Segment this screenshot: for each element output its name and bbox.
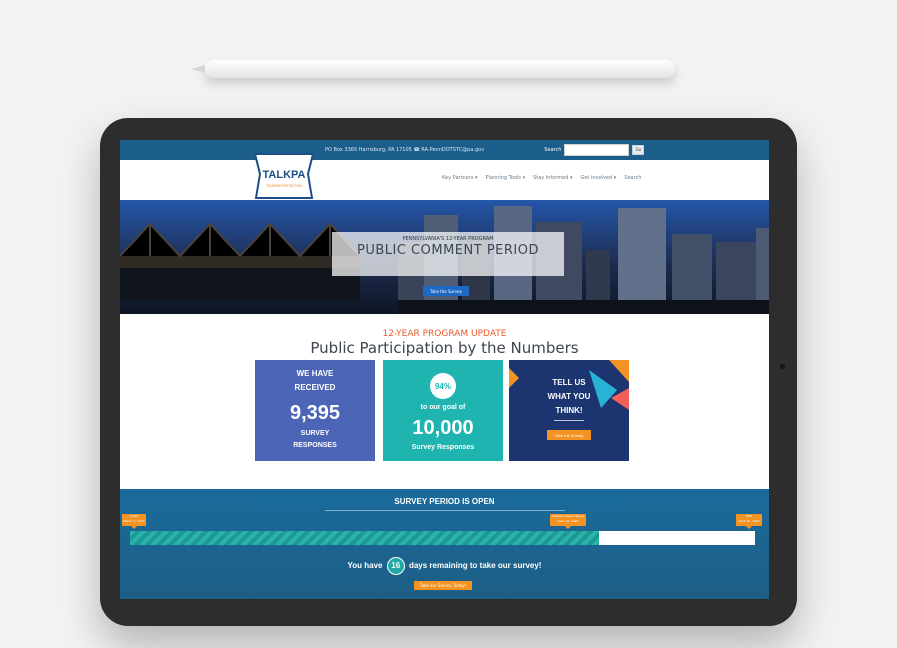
responses-card: WE HAVE RECEIVED 9,395 SURVEY RESPONSES [255, 360, 375, 461]
search-input[interactable] [564, 144, 630, 156]
start-marker-label: START [129, 514, 139, 518]
goal-card: 94% to our goal of 10,000 Survey Respons… [383, 360, 503, 461]
stats-kicker: 12-YEAR PROGRAM UPDATE [382, 329, 507, 339]
responses-count: 9,395 [289, 402, 341, 424]
feedback-line-3: THINK! [555, 406, 583, 415]
search-label: Search [544, 147, 562, 153]
timeline-middle-marker: Satellite Press Timing April 12, 2022 [550, 514, 586, 529]
logo-subtitle: TRANSPORTATION [266, 183, 302, 188]
feedback-line-1: TELL US [552, 378, 586, 387]
nav-menu: Key Partners ▾ Planning Tools ▾ Stay Inf… [442, 175, 641, 181]
logo-title: TALKPA [263, 169, 306, 181]
survey-progress-track [130, 531, 755, 545]
nav-planning-tools[interactable]: Planning Tools ▾ [486, 175, 526, 181]
stylus [191, 60, 675, 78]
responses-line-1: WE HAVE [296, 369, 334, 378]
responses-outro: SURVEY RESPONSES [255, 428, 375, 452]
search-button[interactable]: Go [632, 145, 645, 155]
days-remaining-suffix: days remaining to take our survey! [408, 561, 542, 571]
search-button-label: Go [635, 147, 642, 152]
hero-banner: PENNSYLVANIA'S 12-YEAR PROGRAM PUBLIC CO… [120, 200, 769, 314]
survey-title: SURVEY PERIOD IS OPEN [394, 497, 495, 506]
tablet: PO Box 3365 Harrisburg, PA 17105 ☎ RA-Pe… [100, 118, 797, 626]
timeline-end-marker: END April 30, 2022 [736, 514, 762, 529]
goal-percent-badge: 94% [430, 373, 456, 399]
middle-marker-date: April 12, 2022 [557, 519, 579, 523]
goal-line-2: Survey Responses [411, 444, 475, 451]
days-remaining-prefix: You have [347, 561, 383, 571]
timeline-start-marker: START March 1, 2022 [122, 514, 146, 529]
tablet-camera [780, 364, 785, 369]
feedback-card: TELL US WHAT YOU THINK! Take the Survey [509, 360, 629, 461]
nav-search[interactable]: Search [624, 175, 641, 181]
feedback-survey-button[interactable]: Take the Survey [547, 430, 591, 440]
talkpa-logo[interactable]: TALKPA TRANSPORTATION [250, 148, 318, 204]
take-survey-button[interactable]: Take the Survey [423, 286, 469, 296]
goal-target: 10,000 [412, 417, 474, 439]
take-survey-today-button[interactable]: Take our Survey Today! [414, 581, 472, 590]
scene: PO Box 3365 Harrisburg, PA 17105 ☎ RA-Pe… [0, 0, 897, 648]
responses-line-4: RESPONSES [293, 442, 337, 449]
hero-title: PUBLIC COMMENT PERIOD [357, 243, 539, 258]
nav-get-involved[interactable]: Get involved ▾ [580, 175, 616, 181]
stylus-tip [191, 65, 205, 73]
middle-marker-label: Satellite Press Timing [551, 514, 585, 518]
responses-intro: WE HAVE RECEIVED [255, 367, 375, 395]
survey-divider [325, 510, 565, 511]
end-marker-label: END [745, 514, 753, 518]
hero-text-box: PENNSYLVANIA'S 12-YEAR PROGRAM PUBLIC CO… [332, 232, 564, 276]
nav-key-partners[interactable]: Key Partners ▾ [442, 175, 478, 181]
feedback-text: TELL US WHAT YOU THINK! [509, 376, 629, 418]
goal-line-1: to our goal of [420, 404, 466, 411]
main-navigation-row: TALKPA TRANSPORTATION Key Partners ▾ Pla… [120, 153, 769, 200]
days-remaining-text: You have 16 days remaining to take our s… [120, 557, 769, 575]
feedback-line-2: WHAT YOU [547, 392, 591, 401]
tablet-screen: PO Box 3365 Harrisburg, PA 17105 ☎ RA-Pe… [120, 140, 769, 599]
stats-section: 12-YEAR PROGRAM UPDATE Public Participat… [120, 314, 769, 489]
hero-kicker: PENNSYLVANIA'S 12-YEAR PROGRAM [402, 236, 494, 242]
responses-line-2: RECEIVED [294, 383, 336, 392]
end-marker-date: April 30, 2022 [738, 519, 760, 523]
contact-info: PO Box 3365 Harrisburg, PA 17105 ☎ RA-Pe… [325, 147, 485, 153]
responses-line-3: SURVEY [300, 430, 330, 437]
feedback-divider [554, 420, 584, 421]
top-bar: PO Box 3365 Harrisburg, PA 17105 ☎ RA-Pe… [120, 140, 769, 160]
nav-stay-informed[interactable]: Stay Informed ▾ [533, 175, 572, 181]
bridge-illustration [120, 222, 360, 300]
survey-progress-fill [130, 531, 599, 545]
start-marker-date: March 1, 2022 [123, 519, 145, 523]
stats-title: Public Participation by the Numbers [310, 339, 579, 357]
days-remaining-count: 16 [386, 557, 405, 575]
survey-timeline-section: SURVEY PERIOD IS OPEN START March 1, 202… [120, 489, 769, 599]
search-area: Search Go [544, 144, 645, 156]
